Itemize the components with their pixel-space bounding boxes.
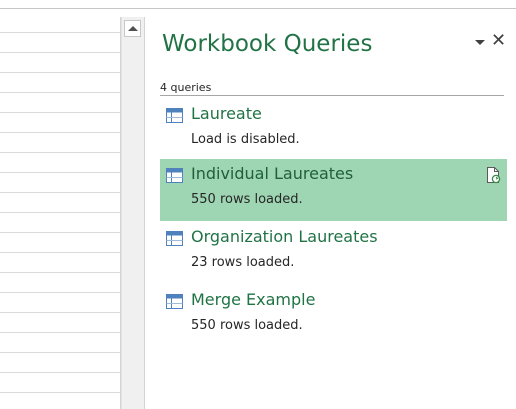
query-status: Load is disabled.	[191, 132, 300, 147]
query-item-organization-laureates[interactable]: Organization Laureates 23 rows loaded.	[160, 222, 507, 284]
grid-row-line	[0, 232, 120, 233]
pane-title: Workbook Queries	[162, 31, 373, 57]
query-item-individual-laureates[interactable]: Individual Laureates 550 rows loaded.	[160, 159, 507, 221]
query-status: 23 rows loaded.	[191, 255, 295, 270]
grid-row-line	[0, 172, 120, 173]
query-name: Merge Example	[191, 290, 316, 309]
query-count: 4 queries	[160, 81, 212, 94]
query-name: Individual Laureates	[191, 164, 354, 183]
grid-row-line	[0, 332, 120, 333]
close-icon[interactable]: ✕	[491, 31, 506, 51]
excel-window: Workbook Queries ✕ 4 queries Laureate Lo…	[0, 0, 516, 409]
divider	[160, 95, 504, 96]
grid-row-line	[0, 312, 120, 313]
worksheet-grid[interactable]	[0, 17, 121, 409]
query-name: Organization Laureates	[191, 227, 378, 246]
grid-row-line	[0, 72, 120, 73]
chevron-down-icon[interactable]	[474, 37, 486, 47]
table-icon	[166, 108, 183, 123]
grid-row-line	[0, 132, 120, 133]
table-icon	[166, 168, 183, 183]
table-icon	[166, 294, 183, 309]
table-icon	[166, 231, 183, 246]
grid-row-line	[0, 52, 120, 53]
formula-bar-edge	[0, 0, 516, 9]
query-name: Laureate	[191, 104, 262, 123]
refresh-document-icon[interactable]	[485, 166, 501, 184]
query-item-laureate[interactable]: Laureate Load is disabled.	[160, 99, 507, 161]
query-item-merge-example[interactable]: Merge Example 550 rows loaded.	[160, 285, 507, 347]
grid-row-line	[0, 112, 120, 113]
scroll-up-arrow-icon[interactable]	[124, 20, 141, 37]
grid-row-line	[0, 252, 120, 253]
grid-row-line	[0, 292, 120, 293]
grid-row-line	[0, 212, 120, 213]
grid-row-line	[0, 92, 120, 93]
grid-row-line	[0, 372, 120, 373]
grid-row-line	[0, 192, 120, 193]
query-status: 550 rows loaded.	[191, 192, 303, 207]
grid-row-line	[0, 352, 120, 353]
grid-row-line	[0, 152, 120, 153]
vertical-scrollbar[interactable]	[121, 17, 144, 409]
query-status: 550 rows loaded.	[191, 318, 303, 333]
grid-row-line	[0, 272, 120, 273]
workbook-queries-pane: Workbook Queries ✕ 4 queries Laureate Lo…	[149, 17, 516, 409]
grid-row-line	[0, 32, 120, 33]
grid-row-line	[0, 392, 120, 393]
